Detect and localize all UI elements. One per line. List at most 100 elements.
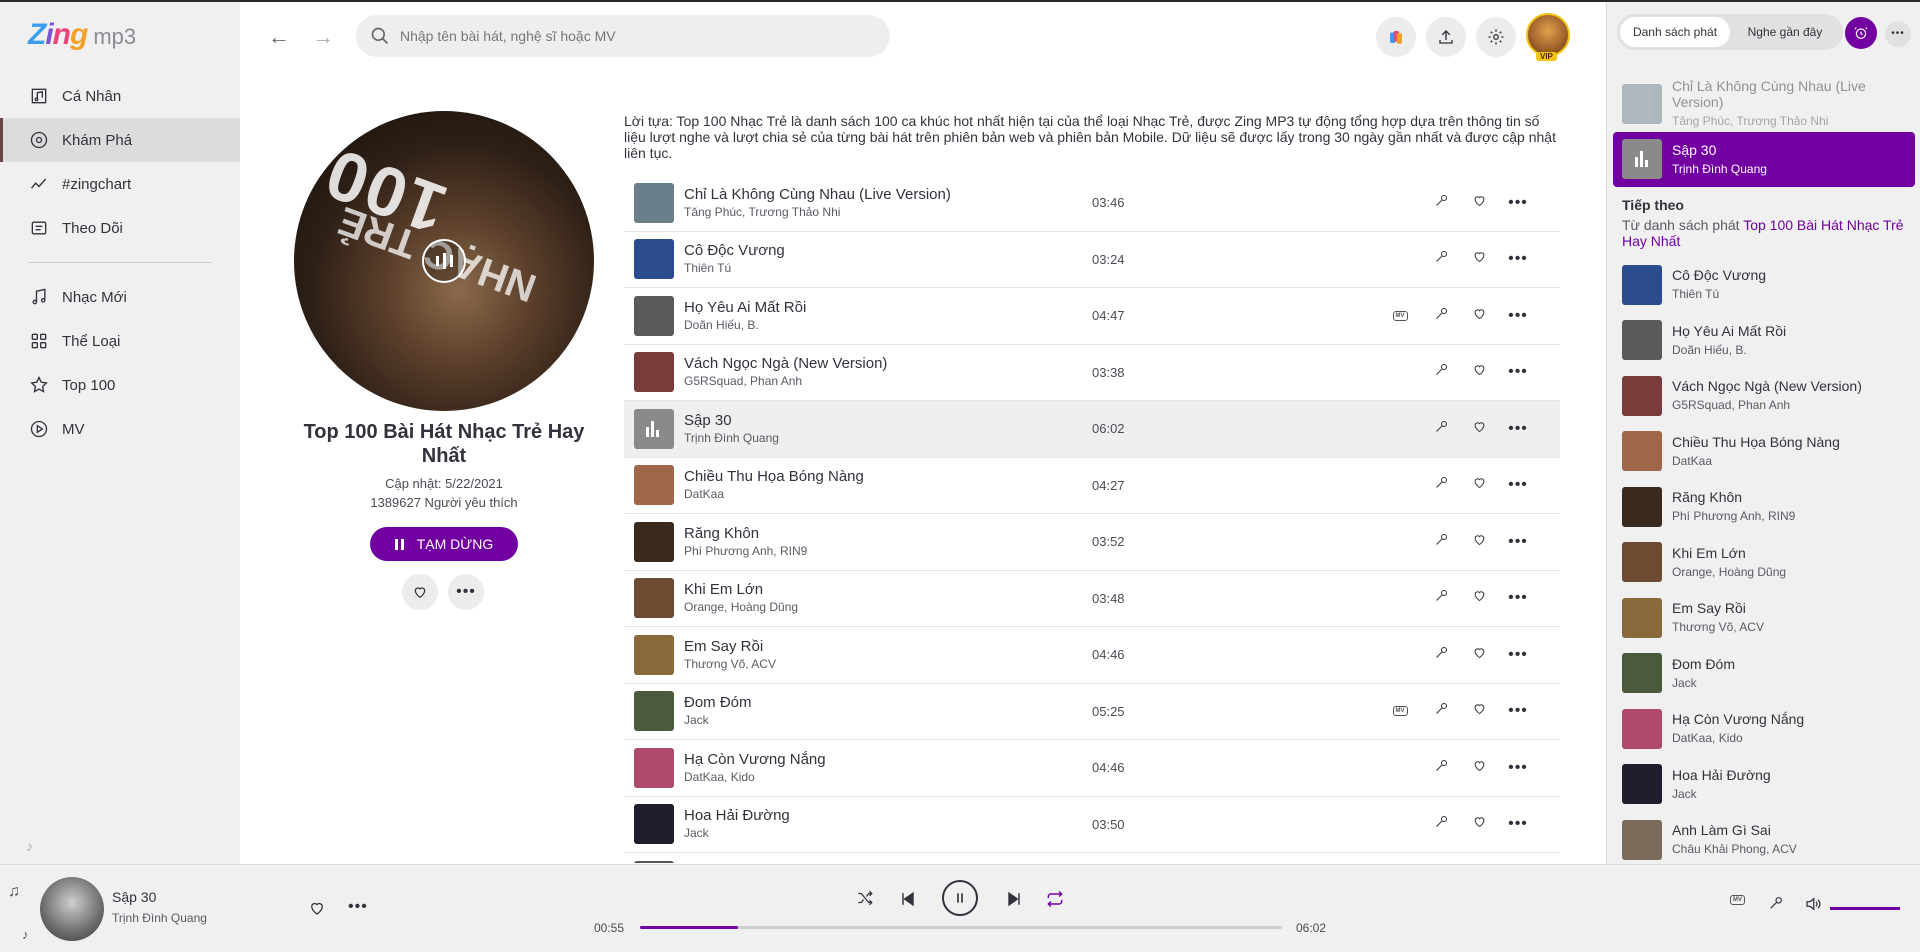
tab-recent[interactable]: Nghe gần đây — [1730, 17, 1840, 47]
current-song[interactable]: Sập 30 Trịnh Đình Quang — [1613, 131, 1915, 187]
song-thumbnail[interactable] — [634, 521, 674, 562]
song-artist[interactable]: DatKaa, Kido — [684, 769, 1084, 786]
song-title[interactable]: Cô Độc Vương — [684, 241, 1084, 260]
song-row[interactable]: Cô Độc Vương Thiên Tú 03:24 ••• — [624, 232, 1560, 288]
now-playing-artist[interactable]: Trịnh Đình Quang — [112, 911, 207, 925]
more-button[interactable]: ••• — [1506, 699, 1530, 723]
song-row[interactable]: Họ Yêu Ai Mất Rồi Doãn Hiếu, B. 04:47 MV ••• — [624, 288, 1560, 345]
zing-mp3-logo[interactable]: Zing mp3 — [28, 18, 136, 52]
like-button[interactable] — [1467, 756, 1491, 780]
like-button[interactable] — [1467, 699, 1491, 723]
queue-item[interactable]: Anh Làm Gì Sai Châu Khải Phong, ACV — [1607, 812, 1920, 868]
song-thumbnail[interactable] — [634, 239, 674, 280]
song-title[interactable]: Răng Khôn — [684, 524, 1084, 543]
like-button[interactable] — [1467, 586, 1491, 610]
song-row[interactable]: Hoa Hải Đường Jack 03:50 ••• — [624, 797, 1560, 853]
more-button[interactable]: ••• — [1506, 247, 1530, 271]
mv-button[interactable]: MV — [1388, 304, 1412, 328]
song-artist[interactable]: Thiên Tú — [684, 260, 1084, 277]
like-button[interactable] — [1467, 417, 1491, 441]
user-avatar[interactable] — [1526, 13, 1570, 57]
song-row[interactable]: Chỉ Là Không Cùng Nhau (Live Version) Tăn… — [624, 175, 1560, 232]
sidebar-item-main-0[interactable]: Cá Nhân — [0, 74, 240, 118]
more-button[interactable]: ••• — [1506, 812, 1530, 836]
panel-more-button[interactable]: ••• — [1885, 21, 1911, 47]
lyrics-button[interactable] — [1429, 473, 1453, 497]
song-row[interactable]: Răng Khôn Phí Phương Anh, RIN9 03:52 ••• — [624, 514, 1560, 571]
upload-button[interactable] — [1426, 17, 1466, 57]
song-artist[interactable]: Tăng Phúc, Trương Thảo Nhi — [684, 204, 1084, 221]
like-button[interactable] — [1467, 530, 1491, 554]
equalizer-icon[interactable] — [422, 239, 466, 283]
song-row[interactable]: Sập 30 Trịnh Đình Quang 06:02 ••• — [624, 401, 1560, 458]
song-row[interactable] — [624, 853, 1560, 863]
queue-item[interactable]: Cô Độc Vương Thiên Tú — [1607, 257, 1920, 313]
song-title[interactable]: Vách Ngọc Ngà (New Version) — [684, 354, 1084, 373]
like-playlist-button[interactable] — [402, 574, 438, 610]
sidebar-item-main-1[interactable]: Khám Phá — [0, 118, 240, 162]
like-button[interactable] — [1467, 643, 1491, 667]
queue-item[interactable]: Hoa Hải Đường Jack — [1607, 757, 1920, 813]
previous-button[interactable] — [898, 889, 918, 909]
song-row[interactable]: Hạ Còn Vương Nắng DatKaa, Kido 04:46 ••• — [624, 740, 1560, 797]
lyrics-button[interactable] — [1429, 304, 1453, 328]
song-title[interactable]: Khi Em Lớn — [684, 580, 1084, 599]
song-title[interactable]: Hạ Còn Vương Nắng — [684, 750, 1084, 769]
lyrics-button[interactable] — [1429, 191, 1453, 215]
sidebar-item-main-2[interactable]: #zingchart — [0, 162, 240, 206]
mv-button[interactable]: MV — [1730, 895, 1745, 905]
song-row[interactable]: Khi Em Lớn Orange, Hoàng Dũng 03:48 ••• — [624, 571, 1560, 627]
song-row[interactable]: Em Say Rồi Thương Võ, ACV 04:46 ••• — [624, 627, 1560, 684]
repeat-button[interactable] — [1045, 889, 1065, 909]
playlist-cover[interactable]: 100 NHẠC TRẺ — [294, 111, 594, 411]
more-button[interactable]: ••• — [1506, 304, 1530, 328]
lyrics-button[interactable] — [1429, 643, 1453, 667]
forward-arrow-icon[interactable]: → — [312, 24, 334, 50]
like-button[interactable] — [1467, 304, 1491, 328]
song-thumbnail[interactable] — [634, 804, 674, 845]
song-thumbnail[interactable] — [634, 634, 674, 675]
song-thumbnail[interactable] — [634, 860, 674, 863]
sidebar-item-browse-1[interactable]: Thể Loại — [0, 319, 240, 363]
queue-item[interactable]: Hạ Còn Vương Nắng DatKaa, Kido — [1607, 701, 1920, 757]
search-bar[interactable] — [356, 15, 890, 57]
more-button[interactable]: ••• — [1506, 473, 1530, 497]
more-button[interactable]: ••• — [1506, 756, 1530, 780]
more-button[interactable]: ••• — [1506, 360, 1530, 384]
song-title[interactable]: Hoa Hải Đường — [684, 806, 1084, 825]
now-playing-title[interactable]: Sập 30 — [112, 889, 156, 905]
song-artist[interactable]: Orange, Hoàng Dũng — [684, 599, 1084, 616]
song-thumbnail[interactable] — [634, 747, 674, 788]
next-button[interactable] — [1004, 889, 1024, 909]
song-artist[interactable]: DatKaa — [684, 486, 1084, 503]
queue-item[interactable]: Chiều Thu Họa Bóng Nàng DatKaa — [1607, 424, 1920, 480]
sidebar-item-browse-0[interactable]: Nhạc Mới — [0, 275, 240, 319]
song-thumbnail[interactable] — [634, 295, 674, 336]
song-title[interactable]: Sập 30 — [684, 411, 1084, 430]
previous-song[interactable]: Chỉ Là Không Cùng Nhau (Live Version) Tă… — [1607, 76, 1920, 132]
song-thumbnail[interactable] — [634, 408, 674, 449]
play-pause-button[interactable] — [942, 880, 978, 916]
song-row[interactable]: Chiều Thu Họa Bóng Nàng DatKaa 04:27 ••• — [624, 458, 1560, 514]
theme-button[interactable] — [1376, 17, 1416, 57]
more-button[interactable]: ••• — [1506, 191, 1530, 215]
lyrics-button[interactable] — [1429, 699, 1453, 723]
more-button[interactable]: ••• — [1506, 530, 1530, 554]
lyrics-button[interactable] — [1429, 530, 1453, 554]
timer-button[interactable] — [1845, 17, 1877, 49]
song-artist[interactable]: Doãn Hiếu, B. — [684, 317, 1084, 334]
like-song-button[interactable] — [308, 899, 326, 917]
song-artist[interactable]: Trịnh Đình Quang — [684, 430, 1084, 447]
tab-playlist[interactable]: Danh sách phát — [1620, 17, 1730, 47]
song-title[interactable]: Em Say Rồi — [684, 637, 1084, 656]
playlist-more-button[interactable]: ••• — [448, 574, 484, 610]
queue-item[interactable]: Răng Khôn Phí Phương Anh, RIN9 — [1607, 479, 1920, 535]
song-row[interactable]: Đom Đóm Jack 05:25 MV ••• — [624, 684, 1560, 740]
like-button[interactable] — [1467, 360, 1491, 384]
song-artist[interactable]: Phí Phương Anh, RIN9 — [684, 543, 1084, 560]
lyrics-button[interactable] — [1768, 895, 1784, 911]
shuffle-button[interactable] — [856, 889, 874, 907]
volume-slider[interactable] — [1830, 907, 1900, 910]
settings-button[interactable] — [1476, 17, 1516, 57]
more-button[interactable]: ••• — [1506, 643, 1530, 667]
